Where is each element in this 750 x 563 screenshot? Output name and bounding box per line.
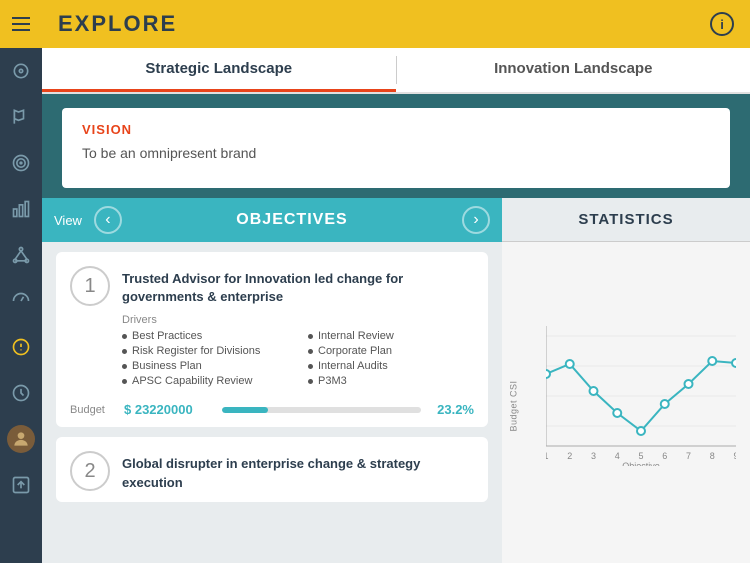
info-button[interactable]: i	[710, 12, 734, 36]
svg-text:6: 6	[662, 451, 667, 461]
svg-text:5: 5	[638, 451, 643, 461]
budget-label: Budget	[70, 404, 116, 416]
objective-1-number: 1	[70, 266, 110, 306]
driver-item: Risk Register for Divisions	[122, 345, 288, 357]
driver-text: Corporate Plan	[318, 345, 392, 357]
driver-text: APSC Capability Review	[132, 375, 252, 387]
budget-amount: $ 23220000	[124, 402, 214, 417]
sidebar-item-clock[interactable]	[0, 370, 42, 416]
sidebar-item-flag[interactable]	[0, 94, 42, 140]
driver-item: P3M3	[308, 375, 474, 387]
chart-wrap: Budget CSI	[516, 326, 736, 486]
tabs: Strategic Landscape Innovation Landscape	[42, 48, 750, 94]
hamburger-icon	[12, 17, 30, 31]
driver-item: Internal Audits	[308, 360, 474, 372]
objective-card-1[interactable]: 1 Trusted Advisor for Innovation led cha…	[56, 252, 488, 427]
vision-text: To be an omnipresent brand	[82, 145, 710, 161]
tab-innovation[interactable]: Innovation Landscape	[397, 48, 750, 92]
driver-item: Best Practices	[122, 330, 288, 342]
sidebar-item-avatar[interactable]	[0, 416, 42, 462]
sidebar-item-home[interactable]	[0, 48, 42, 94]
objective-1-title: Trusted Advisor for Innovation led chang…	[122, 266, 474, 306]
chart-area: Budget CSI	[502, 242, 750, 563]
driver-text: Internal Review	[318, 330, 394, 342]
drivers-col-2: Internal Review Corporate Plan Internal …	[308, 330, 474, 390]
app-title: EXPLORE	[58, 11, 177, 37]
budget-bar-bg	[222, 407, 421, 413]
driver-text: Internal Audits	[318, 360, 388, 372]
sidebar-item-network[interactable]	[0, 232, 42, 278]
svg-text:7: 7	[686, 451, 691, 461]
drivers-label: Drivers	[122, 314, 474, 326]
svg-text:1: 1	[546, 451, 549, 461]
sidebar-item-export[interactable]	[0, 462, 42, 508]
svg-text:Objective: Objective	[622, 461, 660, 466]
vision-section: VISION To be an omnipresent brand	[42, 94, 750, 198]
driver-item: Corporate Plan	[308, 345, 474, 357]
driver-dot	[122, 349, 127, 354]
driver-dot	[308, 334, 313, 339]
objective-card-2[interactable]: 2 Global disrupter in enterprise change …	[56, 437, 488, 501]
driver-text: Risk Register for Divisions	[132, 345, 260, 357]
driver-dot	[122, 334, 127, 339]
driver-dot	[308, 379, 313, 384]
prev-button[interactable]: ‹	[94, 206, 122, 234]
statistics-panel: STATISTICS Budget CSI	[502, 198, 750, 563]
header: EXPLORE i	[42, 0, 750, 48]
driver-item: Internal Review	[308, 330, 474, 342]
driver-text: Best Practices	[132, 330, 202, 342]
drivers-col-1: Best Practices Risk Register for Divisio…	[122, 330, 288, 390]
sidebar-item-gauge[interactable]	[0, 278, 42, 324]
driver-item: Business Plan	[122, 360, 288, 372]
next-button[interactable]: ›	[462, 206, 490, 234]
driver-dot	[122, 364, 127, 369]
objective-1-top: 1 Trusted Advisor for Innovation led cha…	[70, 266, 474, 306]
sidebar-item-edit[interactable]	[0, 324, 42, 370]
svg-text:2: 2	[567, 451, 572, 461]
driver-dot	[122, 379, 127, 384]
driver-text: P3M3	[318, 375, 347, 387]
driver-dot	[308, 349, 313, 354]
budget-bar-fill	[222, 407, 268, 413]
main-content: EXPLORE i Strategic Landscape Innovation…	[42, 0, 750, 563]
tab-strategic[interactable]: Strategic Landscape	[42, 48, 396, 92]
chart-y-label: Budget CSI	[509, 380, 519, 431]
driver-item: APSC Capability Review	[122, 375, 288, 387]
objective-2-title: Global disrupter in enterprise change & …	[122, 451, 474, 491]
svg-text:4: 4	[615, 451, 620, 461]
objectives-list: 1 Trusted Advisor for Innovation led cha…	[42, 242, 502, 563]
view-label[interactable]: View	[54, 213, 82, 228]
driver-dot	[308, 364, 313, 369]
line-chart: 1 2 3 4 5 6 7 8 9 Objective	[546, 326, 736, 466]
statistics-header: STATISTICS	[502, 198, 750, 242]
vision-label: VISION	[82, 122, 710, 137]
objective-2-top: 2 Global disrupter in enterprise change …	[70, 451, 474, 491]
budget-row: Budget $ 23220000 23.2%	[70, 402, 474, 417]
sidebar	[0, 0, 42, 563]
svg-text:3: 3	[591, 451, 596, 461]
budget-pct: 23.2%	[429, 402, 474, 417]
sidebar-item-target[interactable]	[0, 140, 42, 186]
drivers-columns: Best Practices Risk Register for Divisio…	[122, 330, 474, 390]
objectives-panel: View ‹ OBJECTIVES › 1 Trusted Advisor fo…	[42, 198, 502, 563]
objectives-header: View ‹ OBJECTIVES ›	[42, 198, 502, 242]
sidebar-item-chart[interactable]	[0, 186, 42, 232]
objective-1-drivers: Drivers Best Practices Risk Register for…	[122, 314, 474, 390]
svg-text:9: 9	[733, 451, 736, 461]
menu-button[interactable]	[0, 0, 42, 48]
svg-text:8: 8	[710, 451, 715, 461]
vision-card: VISION To be an omnipresent brand	[62, 108, 730, 188]
objectives-title: OBJECTIVES	[130, 211, 454, 229]
content-area: View ‹ OBJECTIVES › 1 Trusted Advisor fo…	[42, 198, 750, 563]
driver-text: Business Plan	[132, 360, 202, 372]
objective-2-number: 2	[70, 451, 110, 491]
statistics-title: STATISTICS	[578, 211, 673, 228]
